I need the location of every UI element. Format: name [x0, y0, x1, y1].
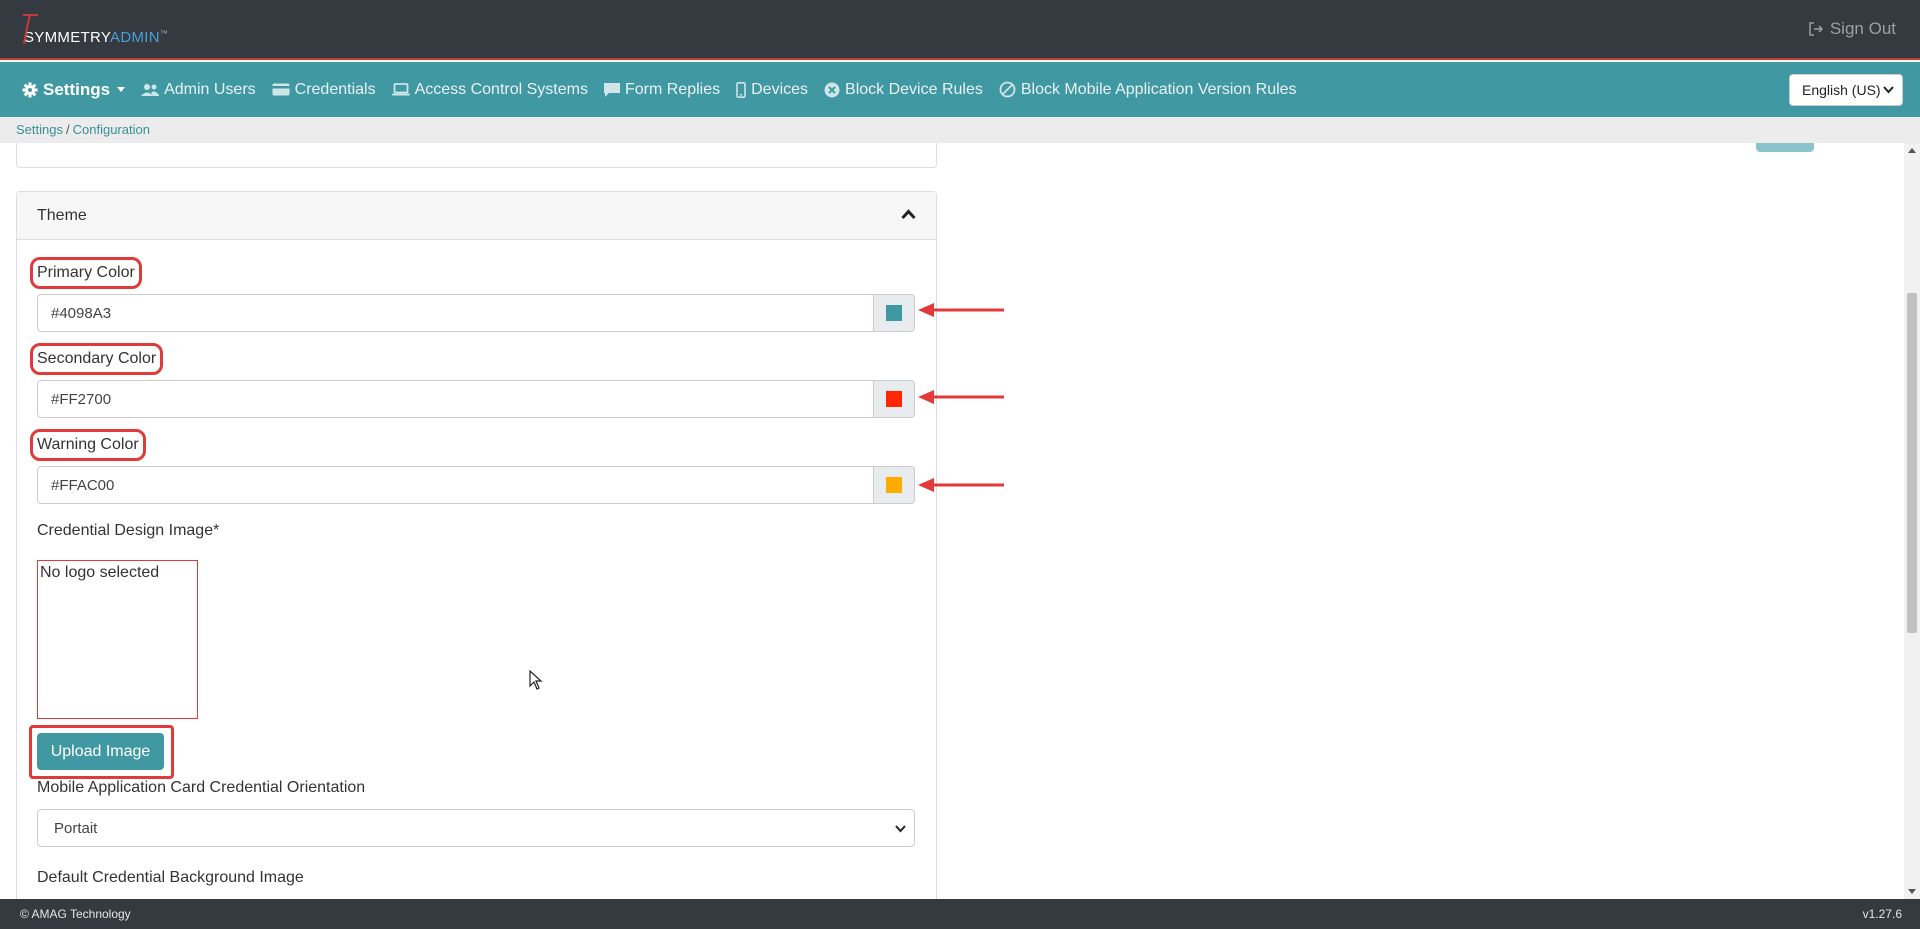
scroll-down-icon[interactable]	[1908, 889, 1916, 894]
secondary-color-picker[interactable]	[874, 380, 915, 418]
scroll-up-icon[interactable]	[1908, 148, 1916, 153]
orientation-label: Mobile Application Card Credential Orien…	[37, 779, 366, 796]
nav-item-block-device-rules[interactable]: Block Device Rules	[824, 81, 983, 99]
nav-item-label: Devices	[751, 80, 809, 98]
warning-color-label: Warning Color	[30, 429, 146, 461]
comment-icon	[603, 82, 620, 97]
credential-design-image-label: Credential Design Image*	[37, 522, 220, 539]
annotation-arrow-icon	[918, 303, 1004, 317]
chevron-down-icon	[895, 825, 906, 833]
warning-color-picker[interactable]	[874, 466, 915, 504]
nav-item-label: Admin Users	[164, 80, 256, 98]
logo-text-secondary: ADMIN	[110, 29, 160, 46]
scrollbar-thumb[interactable]	[1907, 293, 1917, 633]
footer-copyright: © AMAG Technology	[20, 907, 131, 921]
laptop-icon	[391, 83, 410, 96]
partially-hidden-button[interactable]	[1756, 143, 1814, 152]
nav-item-admin-users[interactable]: Admin Users	[141, 81, 256, 99]
top-header: SYMMETRYADMIN™ Sign Out	[0, 0, 1920, 60]
ban-icon	[999, 81, 1016, 98]
logo-text: SYMMETRYADMIN™	[24, 29, 169, 46]
main-content: Theme Primary Color #4098A3 Secondary Co…	[0, 143, 1904, 899]
orientation-select-value: Portait	[54, 819, 98, 837]
language-select[interactable]: English (US)	[1789, 74, 1903, 106]
symmetry-logo-mark-icon	[23, 14, 38, 45]
nav-item-label: Block Device Rules	[845, 80, 983, 98]
page-scrollbar[interactable]	[1904, 143, 1920, 899]
logo-preview: No logo selected	[37, 560, 198, 719]
breadcrumb-configuration[interactable]: Configuration	[73, 122, 150, 137]
nav-item-form-replies[interactable]: Form Replies	[603, 80, 721, 99]
annotation-arrow-icon	[918, 478, 1004, 492]
nav-item-credentials[interactable]: Credentials	[272, 81, 376, 99]
credential-card-icon	[272, 83, 290, 96]
caret-down-icon	[117, 87, 126, 92]
sign-out-label: Sign Out	[1829, 19, 1896, 38]
nav-item-label: Access Control Systems	[414, 80, 588, 98]
chevron-up-icon[interactable]	[901, 209, 916, 220]
orientation-select[interactable]: Portait	[37, 809, 915, 847]
breadcrumb: Settings / Configuration	[0, 117, 1920, 143]
primary-color-picker[interactable]	[874, 294, 915, 332]
secondary-color-label: Secondary Color	[29, 343, 164, 375]
sign-out-button[interactable]: Sign Out	[1808, 19, 1896, 39]
theme-card: Theme Primary Color #4098A3 Secondary Co…	[16, 191, 937, 899]
nav-item-label: Credentials	[294, 80, 376, 98]
footer: © AMAG Technology v1.27.6	[0, 899, 1920, 929]
primary-color-swatch	[886, 305, 902, 321]
annotation-arrow-icon	[918, 390, 1004, 404]
no-logo-text: No logo selected	[40, 564, 160, 581]
default-background-image-label: Default Credential Background Image	[37, 869, 304, 886]
nav-item-access-control-systems[interactable]: Access Control Systems	[391, 80, 588, 99]
footer-version: v1.27.6	[1862, 907, 1902, 921]
warning-color-swatch	[886, 477, 902, 493]
previous-section-card	[16, 143, 937, 168]
breadcrumb-settings[interactable]: Settings	[16, 122, 63, 137]
warning-color-input[interactable]: #FFAC00	[37, 466, 874, 504]
primary-color-label: Primary Color	[30, 257, 142, 289]
nav-item-label: Block Mobile Application Version Rules	[1020, 80, 1297, 98]
theme-card-header[interactable]: Theme	[17, 192, 936, 240]
nav-item-label: Settings	[43, 79, 111, 99]
secondary-color-swatch	[886, 391, 902, 407]
nav-item-block-mobile-app-version-rules[interactable]: Block Mobile Application Version Rules	[999, 81, 1297, 99]
nav-item-settings[interactable]: Settings	[22, 79, 126, 100]
mouse-cursor-icon	[529, 670, 543, 690]
app-logo[interactable]: SYMMETRYADMIN™	[20, 12, 168, 48]
mobile-icon	[736, 81, 746, 98]
chevron-down-icon	[1883, 86, 1894, 94]
upload-image-button[interactable]: Upload Image	[37, 733, 164, 770]
sign-out-icon	[1809, 22, 1823, 36]
nav-item-devices[interactable]: Devices	[736, 81, 808, 99]
secondary-color-input[interactable]: #FF2700	[37, 380, 874, 418]
nav-item-label: Form Replies	[624, 80, 721, 98]
upload-image-highlight: Upload Image	[29, 725, 174, 779]
circle-x-icon	[824, 82, 840, 97]
gear-icon	[22, 82, 38, 97]
users-icon	[141, 83, 160, 96]
main-navbar: Settings Admin Users Credentials Access …	[0, 62, 1920, 117]
theme-card-title: Theme	[37, 206, 87, 224]
breadcrumb-separator: /	[65, 122, 70, 137]
language-select-value: English (US)	[1802, 82, 1881, 98]
primary-color-input[interactable]: #4098A3	[37, 294, 874, 332]
